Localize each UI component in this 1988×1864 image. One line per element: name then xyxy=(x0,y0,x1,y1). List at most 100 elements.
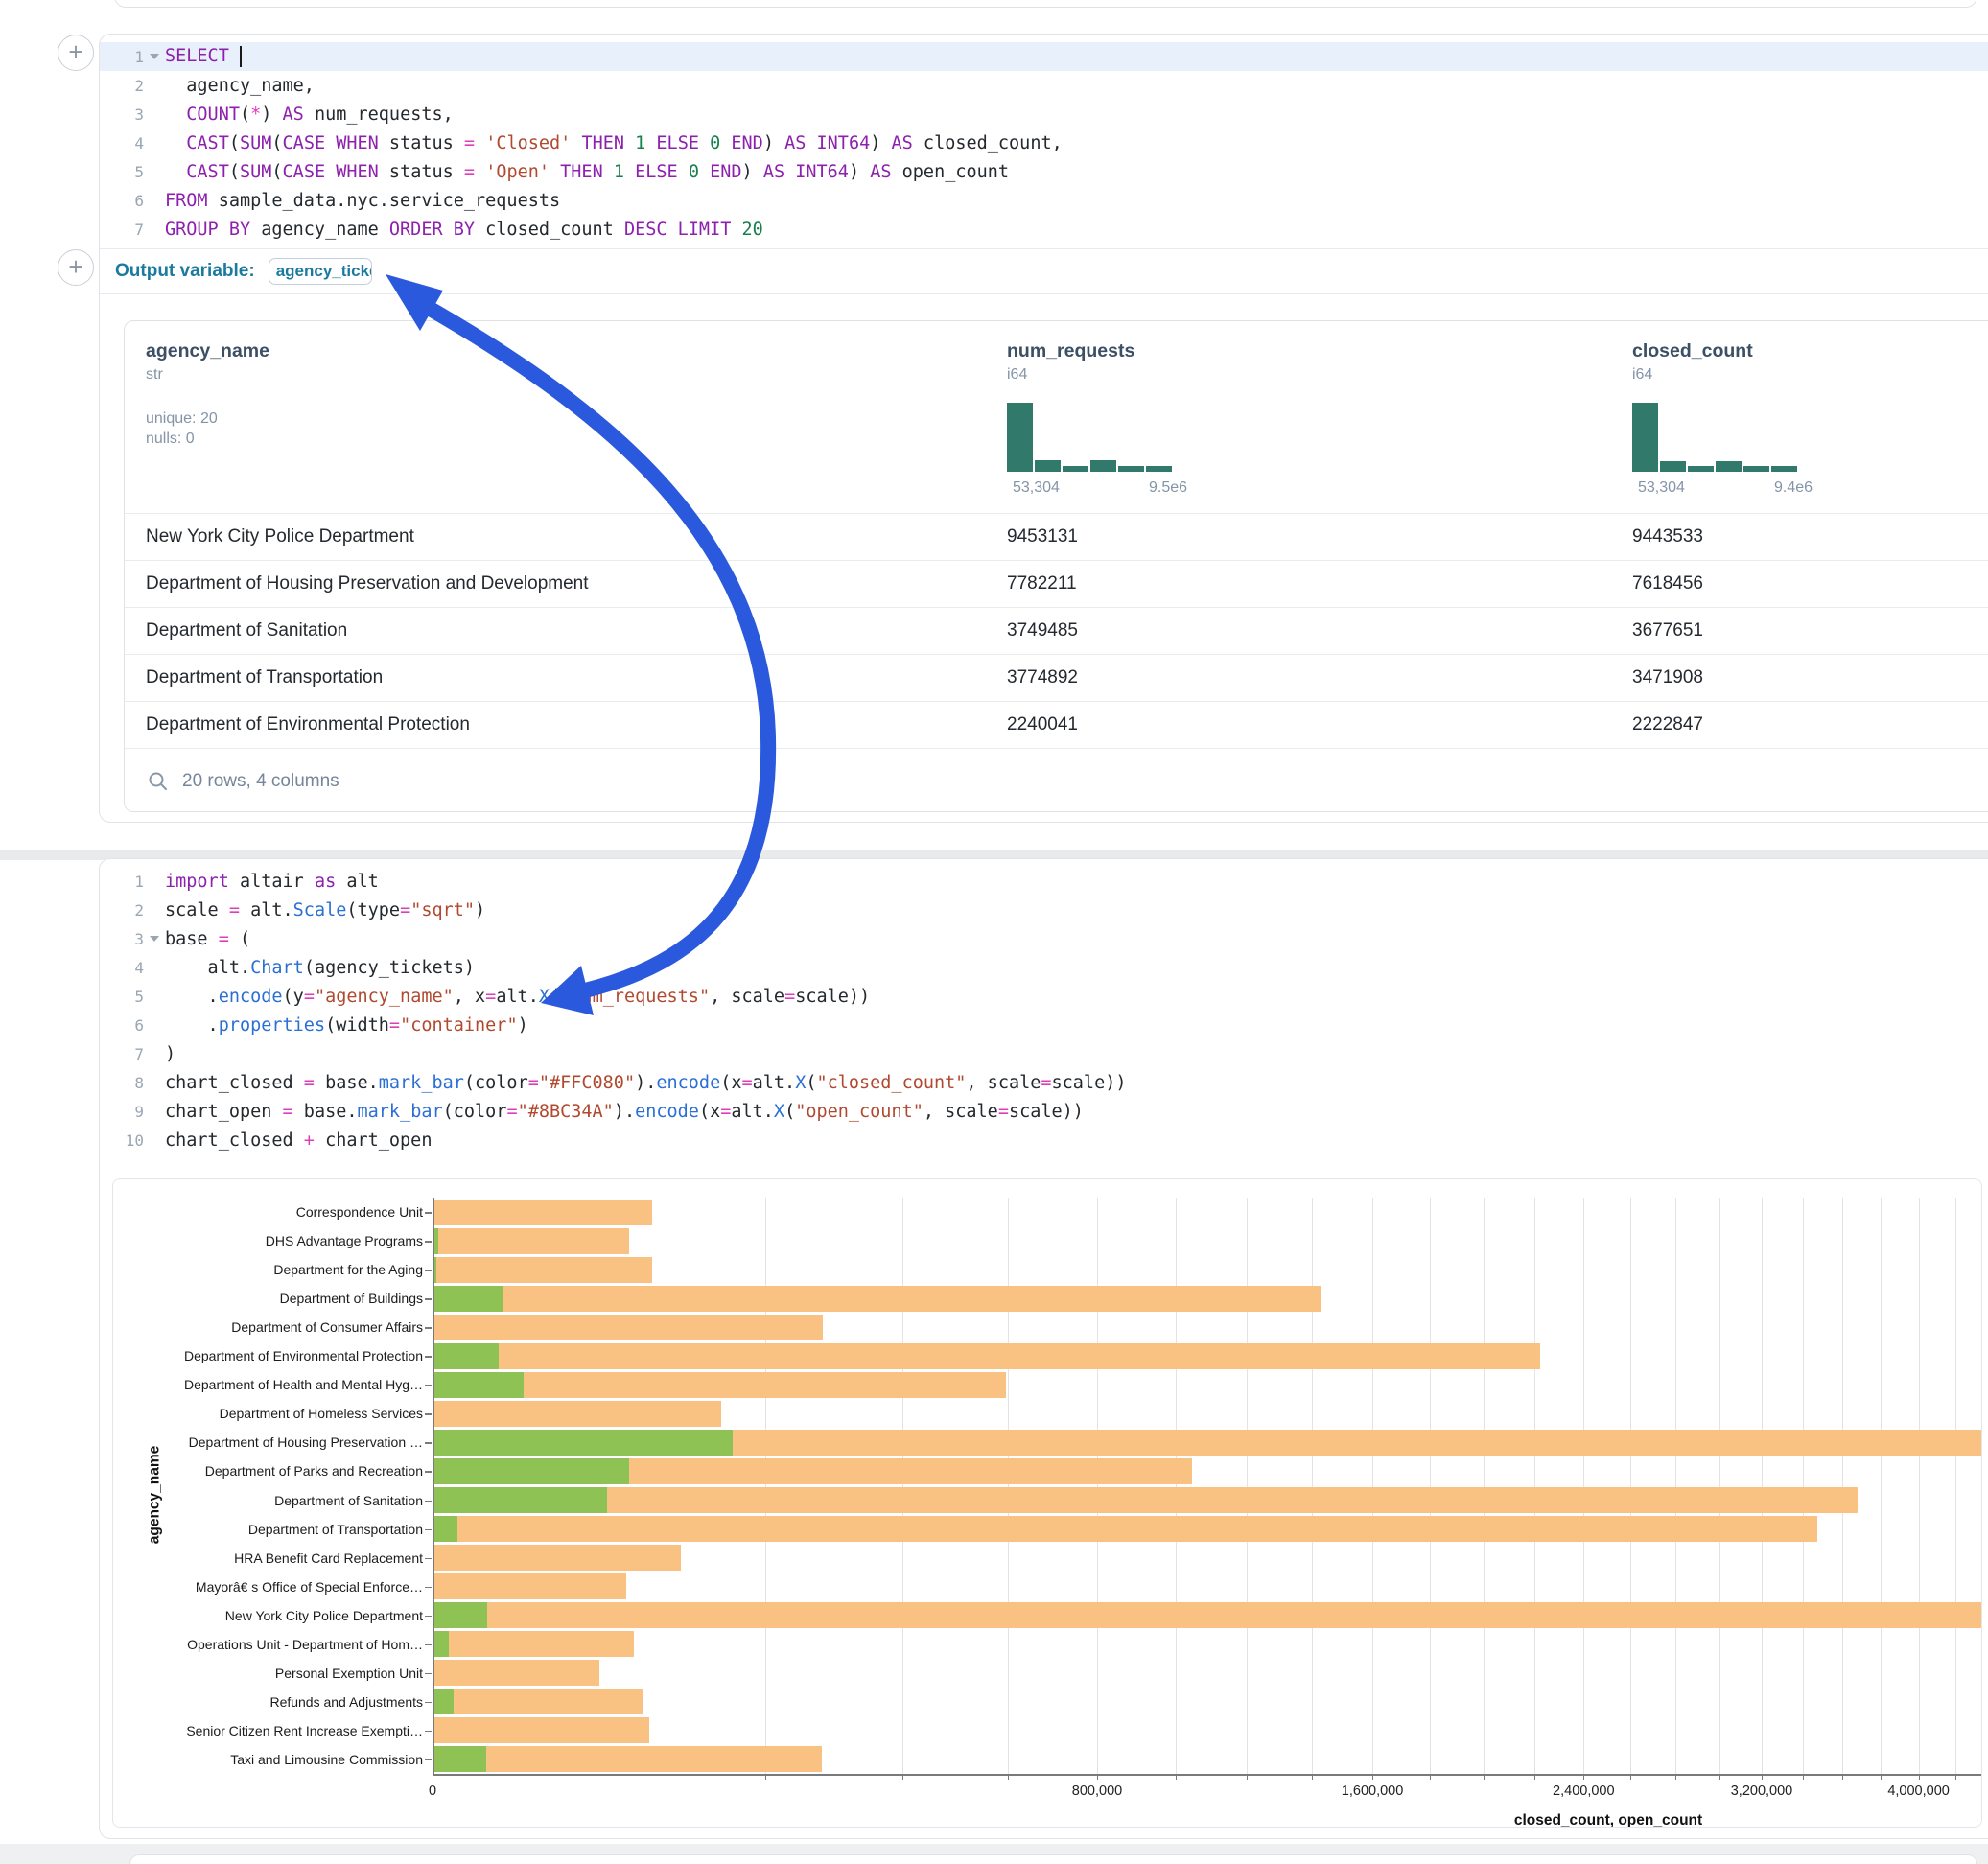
y-axis-tick xyxy=(425,1298,432,1300)
code-line[interactable]: 2 agency_name, xyxy=(100,71,1988,100)
line-number: 10 xyxy=(100,1131,144,1150)
table-row: Department of Environmental Protection 22… xyxy=(125,701,1988,748)
line-number: 4 xyxy=(100,959,144,977)
y-axis-tick xyxy=(425,1558,432,1560)
code-line[interactable]: 3base = ( xyxy=(100,924,1988,953)
code-line[interactable]: 5 CAST(SUM(CASE WHEN status = 'Open' THE… xyxy=(100,157,1988,186)
column-type: str xyxy=(146,366,269,384)
add-cell-button-middle[interactable]: + xyxy=(58,249,94,286)
sql-code-editor[interactable]: 1SELECT 2 agency_name,3 COUNT(*) AS num_… xyxy=(100,35,1988,244)
closed_count-bar xyxy=(433,1315,823,1340)
next-cell-top-edge xyxy=(129,1854,1977,1864)
table-cell: Department of Environmental Protection xyxy=(146,714,470,735)
line-number: 7 xyxy=(100,221,144,239)
collapse-caret-icon[interactable] xyxy=(150,54,159,59)
collapse-caret-icon[interactable] xyxy=(150,936,159,942)
y-axis-label: Refunds and Adjustments xyxy=(116,1694,423,1710)
y-axis-tick xyxy=(425,1442,432,1444)
code-line[interactable]: 4 CAST(SUM(CASE WHEN status = 'Closed' T… xyxy=(100,128,1988,157)
histogram-bar xyxy=(1146,466,1172,472)
y-axis-label: Correspondence Unit xyxy=(116,1204,423,1220)
closed_count-bar xyxy=(433,1516,1817,1542)
histogram-max-label: 9.4e6 xyxy=(1774,479,1813,497)
line-number: 1 xyxy=(100,48,144,66)
closed_count-bar xyxy=(433,1689,643,1714)
column-name: agency_name xyxy=(146,340,269,362)
open_count-bar xyxy=(433,1286,503,1312)
open_count-bar xyxy=(433,1458,629,1484)
add-cell-button-top[interactable]: + xyxy=(58,35,94,71)
y-axis-tick xyxy=(425,1529,432,1531)
code-line[interactable]: 9chart_open = base.mark_bar(color="#8BC3… xyxy=(100,1097,1988,1126)
y-axis-label: DHS Advantage Programs xyxy=(116,1233,423,1248)
table-cell: Department of Housing Preservation and D… xyxy=(146,573,589,594)
x-axis-line xyxy=(433,1774,1982,1776)
y-axis-tick xyxy=(425,1241,432,1243)
output-variable-pill[interactable]: agency_tickets xyxy=(269,258,372,285)
open_count-bar xyxy=(433,1602,487,1628)
code-line[interactable]: 2scale = alt.Scale(type="sqrt") xyxy=(100,896,1988,924)
code-line[interactable]: 10chart_closed + chart_open xyxy=(100,1126,1988,1154)
y-axis-label: Department of Health and Mental Hyg… xyxy=(116,1377,423,1392)
open_count-bar xyxy=(433,1516,457,1542)
code-line[interactable]: 8chart_closed = base.mark_bar(color="#FF… xyxy=(100,1068,1988,1097)
table-footer: 20 rows, 4 columns xyxy=(125,748,1988,812)
y-axis-label: Operations Unit - Department of Hom… xyxy=(116,1637,423,1652)
search-icon[interactable] xyxy=(148,771,169,792)
x-axis-tick-label: 1,600,000 xyxy=(1342,1783,1404,1799)
output-variable-label: Output variable: xyxy=(115,261,255,282)
y-axis-label: Department of Environmental Protection xyxy=(116,1348,423,1363)
code-line[interactable]: 7) xyxy=(100,1039,1988,1068)
line-number: 2 xyxy=(100,901,144,920)
y-axis-label: Taxi and Limousine Commission xyxy=(116,1752,423,1767)
closed_count-bar xyxy=(433,1602,1982,1628)
open_count-bar xyxy=(433,1631,449,1657)
code-line[interactable]: 4 alt.Chart(agency_tickets) xyxy=(100,953,1988,982)
y-axis-tick xyxy=(425,1702,432,1704)
histogram-bar xyxy=(1063,466,1088,472)
x-axis-tick-label: 4,000,000 xyxy=(1887,1783,1950,1799)
y-axis-tick xyxy=(425,1731,432,1733)
table-cell: 3677651 xyxy=(1632,620,1703,641)
open_count-bar xyxy=(433,1430,733,1456)
plot-area: Correspondence UnitDHS Advantage Program… xyxy=(433,1198,1982,1774)
code-line[interactable]: 5 .encode(y="agency_name", x=alt.X("num_… xyxy=(100,982,1988,1011)
code-line[interactable]: 3 COUNT(*) AS num_requests, xyxy=(100,100,1988,128)
open_count-bar xyxy=(433,1746,486,1772)
y-axis-tick xyxy=(425,1644,432,1646)
sql-cell[interactable]: 1SELECT 2 agency_name,3 COUNT(*) AS num_… xyxy=(99,34,1988,823)
y-axis-tick xyxy=(425,1501,432,1503)
axis-tick xyxy=(1372,1774,1373,1780)
y-axis-title: agency_name xyxy=(146,1445,163,1544)
bar-row: Department of Environmental Protection xyxy=(433,1341,1982,1370)
line-number: 3 xyxy=(100,930,144,948)
code-line[interactable]: 6FROM sample_data.nyc.service_requests xyxy=(100,186,1988,215)
code-line[interactable]: 7GROUP BY agency_name ORDER BY closed_co… xyxy=(100,215,1988,244)
column-header-agency-name[interactable]: agency_name str unique: 20 nulls: 0 xyxy=(146,340,269,448)
code-line[interactable]: 6 .properties(width="container") xyxy=(100,1011,1988,1039)
y-axis-label: HRA Benefit Card Replacement xyxy=(116,1550,423,1566)
table-cell: 7618456 xyxy=(1632,573,1703,594)
python-cell[interactable]: 1import altair as alt2scale = alt.Scale(… xyxy=(99,858,1988,1839)
column-header-num-requests[interactable]: num_requests i64 xyxy=(1007,340,1134,384)
line-number: 6 xyxy=(100,192,144,210)
line-number: 7 xyxy=(100,1045,144,1063)
bar-row: Senior Citizen Rent Increase Exempti… xyxy=(433,1716,1982,1745)
line-number: 1 xyxy=(100,873,144,891)
table-row: New York City Police Department945313194… xyxy=(125,513,1988,560)
column-header-closed-count[interactable]: closed_count i64 xyxy=(1632,340,1753,384)
table-cell: 2222847 xyxy=(1632,714,1703,735)
code-line[interactable]: 1import altair as alt xyxy=(100,867,1988,896)
line-number: 6 xyxy=(100,1016,144,1035)
axis-tick xyxy=(1583,1774,1584,1780)
code-line[interactable]: 1SELECT xyxy=(100,42,1988,71)
bar-row: Department of Housing Preservation … xyxy=(433,1428,1982,1456)
table-cell: Department of Sanitation xyxy=(146,620,347,641)
histogram-bar xyxy=(1007,403,1033,472)
result-table: agency_name str unique: 20 nulls: 0 num_… xyxy=(124,320,1988,812)
python-code-editor[interactable]: 1import altair as alt2scale = alt.Scale(… xyxy=(100,859,1988,1154)
y-axis-label: Department of Consumer Affairs xyxy=(116,1319,423,1335)
y-axis-line xyxy=(433,1198,434,1774)
histogram-bar xyxy=(1632,403,1658,472)
line-number: 9 xyxy=(100,1103,144,1121)
